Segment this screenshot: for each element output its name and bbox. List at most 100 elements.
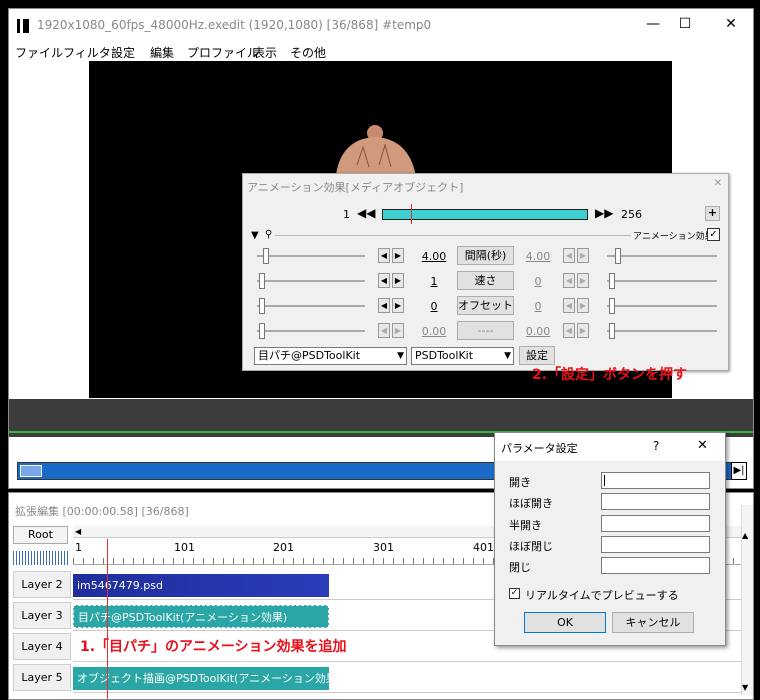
right-value[interactable]: 0.00 xyxy=(521,325,555,338)
right-slider[interactable] xyxy=(607,255,717,257)
close-button[interactable]: ✕ xyxy=(715,13,747,35)
minimize-button[interactable]: — xyxy=(637,13,669,35)
dialog-close-icon[interactable]: ✕ xyxy=(697,438,708,453)
callout-step-2: 2.「設定」ボタンを押す xyxy=(532,367,688,383)
layer-4[interactable]: Layer 4 xyxy=(13,633,71,660)
seek-thumb[interactable] xyxy=(20,465,42,477)
field-input-open[interactable] xyxy=(601,472,710,489)
increment-icon[interactable]: ▶ xyxy=(577,298,589,313)
left-value[interactable]: 0 xyxy=(417,300,451,313)
effect-select[interactable]: 目パチ@PSDToolKit ▼ xyxy=(254,347,407,365)
menu-profile[interactable]: プロファイル xyxy=(187,44,259,61)
panel-close-icon[interactable]: ✕ xyxy=(711,178,725,192)
increment-icon[interactable]: ▶ xyxy=(392,248,404,263)
group-select-value: PSDToolKit xyxy=(415,349,474,362)
cancel-button[interactable]: キャンセル xyxy=(612,612,694,633)
window-title: 1920x1080_60fps_48000Hz.exedit (1920,108… xyxy=(37,18,432,32)
ruler-label: 101 xyxy=(174,541,195,554)
scroll-up-icon[interactable]: ▲ xyxy=(742,531,748,540)
menu-edit[interactable]: 編集 xyxy=(150,44,174,61)
object-draw-clip[interactable]: オブジェクト描画@PSDToolKit(アニメーション効果) xyxy=(73,667,329,690)
right-slider-knob[interactable] xyxy=(615,248,621,264)
right-slider[interactable] xyxy=(607,305,717,307)
increment-icon[interactable]: ▶ xyxy=(577,248,589,263)
decrement-icon[interactable]: ◀ xyxy=(563,273,575,288)
left-slider-knob[interactable] xyxy=(259,323,265,339)
layer-3[interactable]: Layer 3 xyxy=(13,602,71,629)
decrement-icon[interactable]: ◀ xyxy=(378,298,390,313)
left-slider[interactable] xyxy=(257,255,365,257)
menu-view[interactable]: 表示 xyxy=(253,44,277,61)
right-value[interactable]: 0 xyxy=(521,275,555,288)
layer-2[interactable]: Layer 2 xyxy=(13,571,71,598)
timeline-title: 拡張編集 [00:00:00.58] [36/868] xyxy=(15,505,189,518)
menu-file[interactable]: ファイル xyxy=(15,44,63,61)
scroll-left-icon[interactable]: ◀ xyxy=(75,527,81,536)
left-slider-knob[interactable] xyxy=(259,298,265,314)
field-input-mostly-open[interactable] xyxy=(601,493,710,510)
collapse-icon[interactable]: ▼ xyxy=(251,230,259,241)
speed-button[interactable]: 速さ xyxy=(457,271,514,290)
left-value[interactable]: 1 xyxy=(417,275,451,288)
left-slider[interactable] xyxy=(257,305,365,307)
dialog-title: パラメータ設定 xyxy=(501,442,578,455)
dropdown-icon: ▼ xyxy=(397,351,404,361)
next-frame-icon[interactable]: ▶| xyxy=(731,462,747,480)
right-slider-knob[interactable] xyxy=(609,298,615,314)
title-bar: 1920x1080_60fps_48000Hz.exedit (1920,108… xyxy=(9,9,753,41)
eye-blink-clip[interactable]: 目パチ@PSDToolKit(アニメーション効果) xyxy=(73,605,329,628)
decrement-icon[interactable]: ◀ xyxy=(563,298,575,313)
settings-button[interactable]: 設定 xyxy=(519,346,555,365)
right-slider[interactable] xyxy=(607,330,717,332)
field-label-half-open: 半開き xyxy=(509,519,542,532)
effect-checkbox[interactable]: ✓ xyxy=(707,228,720,241)
field-input-mostly-closed[interactable] xyxy=(601,536,710,553)
maximize-button[interactable]: ☐ xyxy=(669,13,701,35)
field-label-closed: 閉じ xyxy=(509,561,531,574)
layer-5[interactable]: Layer 5 xyxy=(13,664,71,691)
right-slider-knob[interactable] xyxy=(609,323,615,339)
left-slider-knob[interactable] xyxy=(259,273,265,289)
menu-filter[interactable]: フィルタ xyxy=(63,44,111,61)
scroll-down-icon[interactable]: ▼ xyxy=(742,683,748,692)
psd-clip[interactable]: im5467479.psd xyxy=(73,574,329,597)
left-slider[interactable] xyxy=(257,330,365,332)
right-value[interactable]: 4.00 xyxy=(521,250,555,263)
left-slider-knob[interactable] xyxy=(263,248,269,264)
menu-settings[interactable]: 設定 xyxy=(111,44,135,61)
offset-button[interactable]: オフセット xyxy=(457,296,514,315)
parameter-dialog: パラメータ設定 ? ✕ 開き ほぼ開き 半開き ほぼ閉じ 閉じ ✓ リアルタイム… xyxy=(494,432,726,646)
left-value[interactable]: 0.00 xyxy=(417,325,451,338)
left-slider[interactable] xyxy=(257,280,365,282)
decrement-icon[interactable]: ◀ xyxy=(378,273,390,288)
help-icon[interactable]: ? xyxy=(653,439,659,453)
left-value[interactable]: 4.00 xyxy=(417,250,451,263)
increment-icon[interactable]: ▶ xyxy=(577,273,589,288)
right-slider-knob[interactable] xyxy=(609,273,615,289)
increment-icon[interactable]: ▶ xyxy=(392,323,404,338)
group-select[interactable]: PSDToolKit ▼ xyxy=(411,347,514,365)
increment-icon[interactable]: ▶ xyxy=(392,273,404,288)
zoom-bar[interactable] xyxy=(13,551,68,565)
decrement-icon[interactable]: ◀ xyxy=(563,323,575,338)
decrement-icon[interactable]: ◀ xyxy=(563,248,575,263)
frame-range-bar[interactable] xyxy=(382,209,588,220)
menu-other[interactable]: その他 xyxy=(290,44,326,61)
right-slider[interactable] xyxy=(607,280,717,282)
right-value[interactable]: 0 xyxy=(521,300,555,313)
increment-icon[interactable]: ▶ xyxy=(392,298,404,313)
decrement-icon[interactable]: ◀ xyxy=(378,323,390,338)
rewind-icon[interactable]: ◀◀ xyxy=(357,206,375,222)
field-input-closed[interactable] xyxy=(601,557,710,574)
field-input-half-open[interactable] xyxy=(601,515,710,532)
decrement-icon[interactable]: ◀ xyxy=(378,248,390,263)
realtime-checkbox[interactable]: ✓ xyxy=(509,588,520,599)
unused-button[interactable]: ---- xyxy=(457,321,514,340)
ok-button[interactable]: OK xyxy=(524,612,606,633)
forward-icon[interactable]: ▶▶ xyxy=(595,206,613,222)
increment-icon[interactable]: ▶ xyxy=(577,323,589,338)
timeline-cursor[interactable] xyxy=(107,539,108,699)
add-button[interactable]: + xyxy=(705,206,720,221)
interval-button[interactable]: 間隔(秒) xyxy=(457,246,514,265)
root-button[interactable]: Root xyxy=(13,526,68,544)
